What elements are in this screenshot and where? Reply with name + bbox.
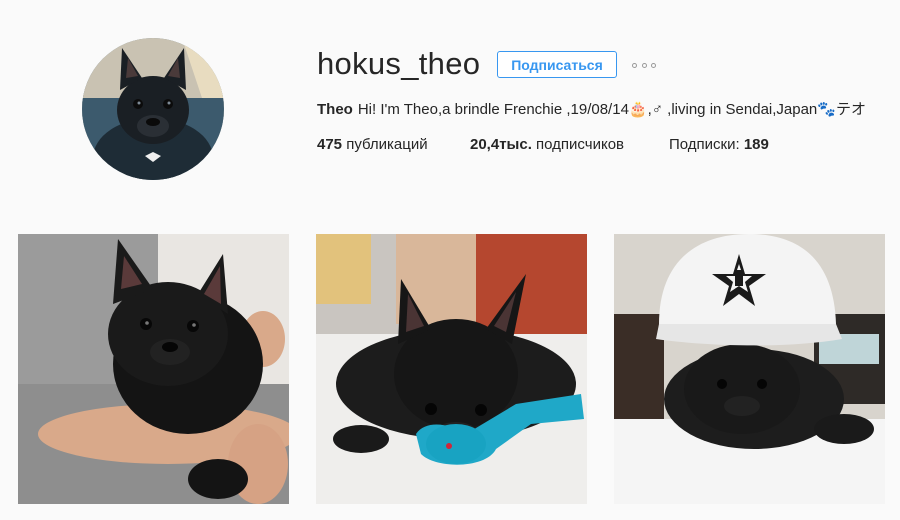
post-image-dog-with-toy [316, 234, 587, 504]
ellipsis-icon[interactable] [632, 59, 656, 71]
dot-icon [641, 62, 647, 68]
following-count: 189 [743, 136, 769, 153]
post-tile[interactable] [18, 234, 289, 504]
post-tile[interactable] [316, 234, 587, 504]
profile-stats: 475 публикаций 20,4тыс. подписчиков Подп… [317, 135, 769, 155]
follow-button[interactable]: Подписаться [497, 51, 617, 78]
profile-bio: Theo Hi! I'm Theo,a brindle Frenchie ,19/… [317, 100, 866, 120]
posts-label: публикаций [346, 136, 428, 153]
followers-label: подписчиков [536, 136, 625, 153]
post-image-dog-with-cap [614, 234, 885, 504]
profile-username: hokus_theo [317, 46, 481, 81]
following-label: Подписки: [669, 136, 740, 153]
post-image-dog-in-arms [18, 234, 289, 504]
dot-icon [632, 62, 637, 68]
profile-avatar[interactable] [82, 38, 224, 180]
following-stat[interactable]: Подписки: 189 [669, 135, 769, 155]
avatar-dog-image [82, 38, 224, 180]
posts-stat: 475 публикаций [317, 135, 470, 155]
posts-count: 475 [317, 136, 343, 153]
dot-icon [651, 62, 656, 68]
followers-stat[interactable]: 20,4тыс. подписчиков [470, 135, 669, 155]
post-tile[interactable] [614, 234, 885, 504]
followers-count: 20,4тыс. [470, 136, 532, 153]
bio-full-name: Theo [317, 101, 353, 118]
bio-text: Hi! I'm Theo,a brindle Frenchie ,19/08/1… [357, 101, 866, 118]
